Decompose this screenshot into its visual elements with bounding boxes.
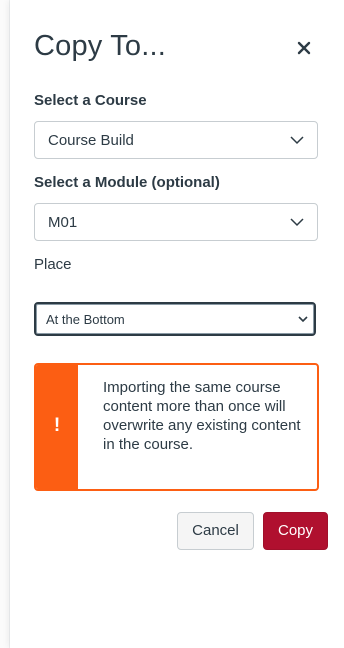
background-edge xyxy=(0,0,10,648)
course-select[interactable]: Course Build xyxy=(34,121,318,159)
module-select-label: Select a Module (optional) xyxy=(34,174,220,191)
copy-to-tray: Copy To... Select a Course Course Build … xyxy=(10,0,344,648)
course-select-label: Select a Course xyxy=(34,92,147,109)
course-select-value: Course Build xyxy=(48,132,134,149)
close-icon xyxy=(297,41,311,55)
alert-message: Importing the same course content more t… xyxy=(103,379,301,453)
chevron-down-icon xyxy=(298,316,308,323)
cancel-button[interactable]: Cancel xyxy=(177,512,254,550)
place-select-label: Place xyxy=(34,256,72,273)
place-select[interactable]: At the Bottom xyxy=(34,302,316,336)
chevron-down-icon xyxy=(290,136,304,145)
module-select-value: M01 xyxy=(48,214,78,231)
page: Copy To... Select a Course Course Build … xyxy=(0,0,344,648)
place-select-value: At the Bottom xyxy=(46,312,125,327)
module-select[interactable]: M01 xyxy=(34,203,318,241)
alert-icon-band: ! xyxy=(36,365,78,489)
chevron-down-icon xyxy=(290,218,304,227)
dialog-title: Copy To... xyxy=(34,30,167,62)
copy-button[interactable]: Copy xyxy=(263,512,328,550)
warning-alert: ! Importing the same course content more… xyxy=(34,363,319,491)
exclamation-icon: ! xyxy=(53,415,61,436)
close-button[interactable] xyxy=(294,38,314,58)
